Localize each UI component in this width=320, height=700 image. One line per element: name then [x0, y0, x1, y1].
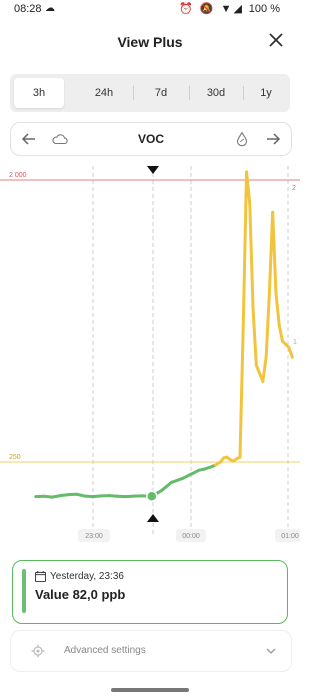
battery-label: 100 % — [248, 3, 280, 15]
range-option-7d[interactable]: 7d — [134, 78, 188, 108]
range-option-30d[interactable]: 30d — [190, 78, 242, 108]
x-tick-label: 23:00 — [85, 533, 103, 540]
series-segment — [160, 480, 173, 493]
series-segment — [251, 307, 258, 367]
range-option-3h[interactable]: 3h — [14, 78, 64, 108]
series-segment — [238, 323, 245, 459]
status-time: 08:28 — [14, 3, 42, 15]
x-tick-label: 01:00 — [281, 533, 299, 540]
status-bar: 08:28 ☁ ⏰ 🔕 ▼◢ 100 % — [0, 0, 300, 20]
x-tick-label: 00:00 — [182, 533, 200, 540]
range-option-24h[interactable]: 24h — [76, 78, 132, 108]
home-indicator[interactable] — [111, 688, 189, 692]
reading-date: Yesterday, 23:36 — [50, 571, 124, 582]
series-segment — [271, 210, 278, 295]
selected-marker-bottom[interactable] — [147, 514, 159, 522]
range-option-1y[interactable]: 1y — [244, 78, 288, 108]
threshold-label-right: 2 — [292, 185, 296, 192]
selected-point[interactable] — [146, 490, 158, 503]
advanced-settings-label: Advanced settings — [64, 645, 146, 656]
series-segment — [287, 346, 294, 359]
threshold-label-low: 250 — [9, 454, 21, 461]
page-title: View Plus — [117, 34, 183, 50]
reading-value: Value 82,0 ppb — [35, 587, 126, 602]
calendar-icon — [35, 571, 46, 582]
advanced-settings[interactable]: Advanced settings — [10, 630, 292, 672]
status-icons: ⏰ 🔕 ▼◢ — [179, 3, 244, 15]
selected-value-card: Yesterday, 23:36 Value 82,0 ppb — [12, 560, 288, 624]
series-segment — [277, 323, 284, 343]
sensor-navigator: VOC — [10, 122, 292, 156]
threshold-label-high: 2 000 — [9, 172, 27, 179]
close-icon[interactable] — [264, 28, 288, 52]
voc-chart[interactable]: 2 000 2 250 1 23:00 00:00 01:00 — [0, 158, 300, 544]
series-segment — [274, 291, 281, 327]
value-indicator-bar — [22, 569, 26, 613]
series-segment — [264, 291, 271, 359]
arrow-right-icon[interactable] — [263, 129, 283, 149]
series-segment — [261, 355, 268, 383]
axis-label-right-mid: 1 — [293, 339, 297, 346]
selected-marker-top[interactable] — [147, 166, 159, 174]
chevron-down-icon — [266, 648, 276, 654]
gear-icon — [31, 644, 45, 658]
series-segment — [248, 202, 255, 311]
series-segment — [241, 170, 249, 327]
header: View Plus — [0, 24, 300, 60]
range-selector: 3h 24h 7d 30d 1y — [10, 74, 290, 112]
series-layer — [34, 170, 294, 503]
series-segment — [169, 476, 185, 484]
water-drop-icon[interactable] — [233, 130, 251, 148]
cloud-status-icon: ☁ — [45, 3, 55, 14]
